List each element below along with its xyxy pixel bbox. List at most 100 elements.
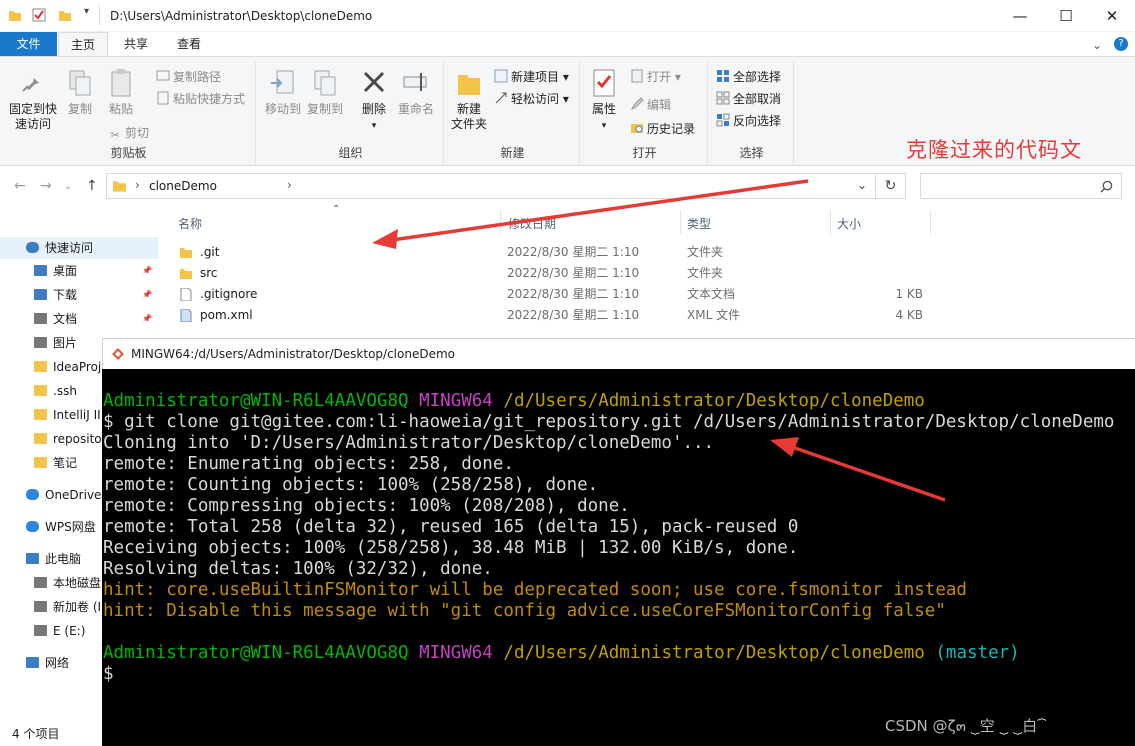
file-type: 文本文档 <box>687 287 736 301</box>
paste-shortcut-label: 粘贴快捷方式 <box>173 92 246 106</box>
back-arrow-icon[interactable]: ← <box>14 178 26 194</box>
file-name: src <box>200 266 218 280</box>
tab-share[interactable]: 共享 <box>112 32 160 56</box>
tab-home[interactable]: 主页 <box>58 32 108 56</box>
move-to-button[interactable]: 移动到 <box>262 67 304 117</box>
star-icon <box>26 242 39 253</box>
sidebar-item[interactable]: 桌面 📌 <box>34 260 158 282</box>
search-input[interactable] <box>920 173 1122 199</box>
file-row[interactable]: .gitignore 2022/8/30 星期二 1:10 文本文档 1 KB <box>170 284 950 305</box>
new-item-button[interactable]: 新建项目 ▾ <box>494 67 569 87</box>
xml-file-icon <box>180 309 192 322</box>
maximize-button[interactable]: ☐ <box>1043 0 1089 32</box>
history-button[interactable]: 历史记录 <box>630 119 695 139</box>
invert-selection-button[interactable]: 反向选择 <box>716 111 781 131</box>
cut-label: 剪切 <box>125 126 150 140</box>
sidebar-item-label: .ssh <box>53 384 77 398</box>
up-arrow-icon[interactable]: ↑ <box>86 178 98 194</box>
properties-quick-icon[interactable] <box>32 8 46 22</box>
copy-path-button[interactable]: 复制路径 <box>156 67 221 87</box>
sidebar-item-label: OneDrive <box>45 488 102 502</box>
prompt-user: Administrator@WIN-R6L4AAVOG8Q <box>103 391 409 411</box>
delete-button[interactable]: 删除 ▾ <box>354 67 394 134</box>
open-label: 打开 <box>647 70 672 84</box>
file-date: 2022/8/30 星期二 1:10 <box>507 245 640 259</box>
forward-arrow-icon[interactable]: → <box>40 178 52 194</box>
history-icon <box>631 124 643 133</box>
prompt-branch: (master) <box>935 643 1020 663</box>
sidebar-item[interactable]: 快速访问 <box>0 237 158 259</box>
file-name: .gitignore <box>200 287 258 301</box>
clipboard-group-label: 剪贴板 <box>110 146 147 160</box>
cloud-icon <box>26 521 39 532</box>
pin-label-2: 速访问 <box>14 117 51 131</box>
disk-icon <box>34 601 47 612</box>
file-row[interactable]: src 2022/8/30 星期二 1:10 文件夹 <box>170 263 950 284</box>
open-button[interactable]: 打开 ▾ <box>630 67 681 87</box>
sidebar-item-label: 桌面 <box>53 264 78 278</box>
move-to-icon <box>271 70 294 94</box>
pin-icon: 📌 <box>142 290 152 299</box>
paste-label: 粘贴 <box>108 102 133 116</box>
delete-label: 删除 <box>361 102 386 116</box>
sidebar-item[interactable]: 文档 📌 <box>34 308 158 330</box>
column-divider[interactable] <box>930 210 931 234</box>
new-folder-button[interactable]: 新建 文件夹 <box>448 67 490 132</box>
select-none-button[interactable]: 全部取消 <box>716 89 781 109</box>
net-icon <box>26 657 39 668</box>
tab-view[interactable]: 查看 <box>165 32 213 56</box>
new-folder-quick-icon[interactable] <box>58 8 72 22</box>
close-button[interactable]: ✕ <box>1089 0 1135 32</box>
pin-quick-access-button[interactable]: 固定到快 速访问 <box>6 67 60 132</box>
edit-icon <box>630 97 644 111</box>
column-divider[interactable] <box>830 210 831 234</box>
edit-button[interactable]: 编辑 <box>630 95 671 115</box>
address-dropdown-icon[interactable]: ⌄ <box>857 178 867 192</box>
paste-shortcut-button[interactable]: 粘贴快捷方式 <box>156 89 245 109</box>
terminal-title-bar: MINGW64:/d/Users/Administrator/Desktop/c… <box>102 338 1135 369</box>
terminal-output[interactable]: Administrator@WIN-R6L4AAVOG8Q MINGW64 /d… <box>102 369 1135 746</box>
output-line: remote: Counting objects: 100% (258/258)… <box>103 475 599 495</box>
copy-button[interactable]: 复制 <box>62 67 98 117</box>
help-icon[interactable]: ? <box>1114 37 1128 51</box>
paste-button[interactable]: 粘贴 <box>102 67 140 117</box>
copy-to-button[interactable]: 复制到 <box>304 67 346 117</box>
file-row[interactable]: pom.xml 2022/8/30 星期二 1:10 XML 文件 4 KB <box>170 305 950 326</box>
column-name[interactable]: 名称 <box>178 214 202 234</box>
address-bar[interactable]: › cloneDemo › ⌄ <box>106 173 876 199</box>
cut-button[interactable]: ✂ 剪切 <box>108 123 149 143</box>
refresh-icon[interactable]: ↻ <box>876 173 906 199</box>
invert-selection-label: 反向选择 <box>733 114 782 128</box>
column-divider[interactable] <box>680 210 681 234</box>
tab-file[interactable]: 文件 <box>0 32 57 56</box>
copy-label: 复制 <box>67 102 92 116</box>
rename-label: 重命名 <box>397 102 434 116</box>
new-item-label: 新建项目 <box>511 70 560 84</box>
select-none-icon <box>716 91 730 105</box>
sidebar-item[interactable]: 下载 📌 <box>34 284 158 306</box>
properties-dropdown-icon: ▾ <box>601 121 607 131</box>
folder-icon <box>34 385 47 396</box>
column-date[interactable]: 修改日期 <box>508 214 556 234</box>
sidebar-item-label: IntelliJ II <box>53 408 101 422</box>
properties-button[interactable]: 属性 ▾ <box>584 67 624 134</box>
properties-label: 属性 <box>591 102 616 116</box>
minimize-button[interactable]: — <box>997 0 1043 32</box>
breadcrumb-separator-icon: › <box>287 178 292 192</box>
select-all-button[interactable]: 全部选择 <box>716 67 781 87</box>
quick-access-dropdown-icon[interactable]: ▾ <box>84 6 98 20</box>
edit-label: 编辑 <box>647 98 672 112</box>
rename-button[interactable]: 重命名 <box>394 67 438 117</box>
easy-access-button[interactable]: 轻松访问 ▾ <box>494 89 569 109</box>
ribbon-collapse-icon[interactable]: ⌄ <box>1092 38 1102 52</box>
disk-icon <box>34 577 47 588</box>
breadcrumb-clonedemo[interactable]: cloneDemo <box>149 179 217 193</box>
column-type[interactable]: 类型 <box>687 214 711 234</box>
file-row[interactable]: .git 2022/8/30 星期二 1:10 文件夹 <box>170 242 950 263</box>
ribbon-group-new: 新建 文件夹 新建项目 ▾ 轻松访问 ▾ 新建 <box>446 61 580 165</box>
paste-shortcut-icon <box>157 91 169 105</box>
copy-icon <box>69 70 91 96</box>
column-divider[interactable] <box>500 210 501 234</box>
column-size[interactable]: 大小 <box>837 214 861 234</box>
recent-locations-icon[interactable]: ⌄ <box>64 181 72 192</box>
